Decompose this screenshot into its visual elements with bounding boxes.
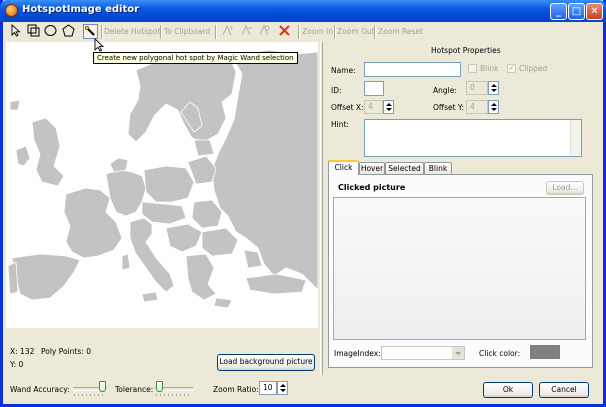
click-color-swatch[interactable] <box>530 345 560 359</box>
window-title: HotspotImage editor <box>22 4 140 15</box>
clipped-label: Clipped <box>519 64 548 73</box>
tab-blink[interactable]: Blink <box>424 162 452 174</box>
clicked-picture-heading: Clicked picture <box>338 183 406 192</box>
zoom-ratio-spinner[interactable] <box>277 381 288 395</box>
click-color-label: Click color: <box>479 349 521 358</box>
hint-label: Hint: <box>331 120 349 129</box>
angle-spinner[interactable] <box>488 81 499 95</box>
toolbar-separator <box>215 25 217 39</box>
delete-hotspot-button[interactable]: Delete Hotspot <box>104 27 160 36</box>
magic-wand-tooltip: Create new polygonal hot spot by Magic W… <box>93 52 298 64</box>
toolbar: Delete Hotspot To Clipboard + Zoom In Zo… <box>3 22 603 42</box>
image-index-label: ImageIndex: <box>334 349 381 358</box>
rectangle-tool-icon[interactable] <box>26 24 41 39</box>
magic-wand-icon[interactable] <box>83 24 98 39</box>
maximize-button[interactable]: □ <box>568 3 585 20</box>
status-poly-points: Poly Points: 0 <box>41 347 91 356</box>
hint-textarea[interactable] <box>364 119 582 157</box>
name-field[interactable] <box>364 62 461 77</box>
toolbar-separator <box>160 25 162 39</box>
offset-y-field[interactable]: 4 <box>466 100 488 114</box>
tab-hover[interactable]: Hover <box>359 162 385 174</box>
toolbar-separator <box>374 25 376 39</box>
angle-field[interactable]: 0 <box>466 81 488 95</box>
zoom-reset-button[interactable]: Zoom Reset <box>378 27 423 36</box>
hint-scrollbar[interactable] <box>570 120 581 156</box>
delete-red-x-icon[interactable] <box>277 24 292 39</box>
ellipse-tool-icon[interactable] <box>43 24 58 39</box>
offset-x-label: Offset X: <box>331 103 364 112</box>
blink-label: Blink <box>480 64 499 73</box>
minimize-button[interactable]: _ <box>550 3 567 20</box>
zoom-ratio-field[interactable]: 10 <box>259 381 277 395</box>
tab-selected[interactable]: Selected <box>385 162 424 174</box>
toolbar-separator <box>298 25 300 39</box>
offset-y-spinner[interactable] <box>488 100 499 114</box>
cancel-button[interactable]: Cancel <box>539 382 589 398</box>
edit-point-icon[interactable] <box>257 24 272 39</box>
slider-ticks <box>74 394 106 396</box>
slider-thumb[interactable] <box>99 381 106 392</box>
blink-checkbox[interactable] <box>468 64 477 73</box>
europe-map-image <box>7 49 318 309</box>
wand-accuracy-label: Wand Accuracy: <box>10 385 70 394</box>
toolbar-separator <box>334 25 336 39</box>
status-y: Y: 0 <box>10 360 24 369</box>
tolerance-label: Tolerance: <box>115 385 154 394</box>
add-point-icon[interactable]: + <box>220 24 235 39</box>
image-index-dropdown[interactable] <box>381 346 465 360</box>
load-picture-button[interactable]: Load... <box>546 181 584 195</box>
load-background-button[interactable]: Load background picture <box>217 354 315 371</box>
panel-splitter[interactable] <box>320 42 323 375</box>
zoom-out-button[interactable]: Zoom Out <box>337 27 375 36</box>
zoom-ratio-label: Zoom Ratio: <box>213 385 259 394</box>
slider-thumb[interactable] <box>156 381 163 392</box>
ok-button[interactable]: Ok <box>483 382 533 398</box>
zoom-in-button[interactable]: Zoom In <box>302 27 333 36</box>
toolbar-separator <box>101 25 103 39</box>
title-bar[interactable]: HotspotImage editor _ □ ✕ <box>0 0 606 22</box>
to-clipboard-button[interactable]: To Clipboard <box>164 27 210 36</box>
offset-x-field[interactable]: 4 <box>364 100 383 114</box>
arrow-pointer-icon[interactable] <box>8 23 23 39</box>
wand-accuracy-slider[interactable] <box>73 381 107 396</box>
offset-y-label: Offset Y: <box>433 103 465 112</box>
clipped-checkbox[interactable]: ✓ <box>507 64 516 73</box>
map-canvas[interactable] <box>6 42 318 328</box>
remove-point-icon[interactable] <box>239 24 254 39</box>
angle-label: Angle: <box>433 86 457 95</box>
id-label: ID: <box>331 86 342 95</box>
status-x: X: 132 <box>10 347 35 356</box>
mouse-cursor-icon <box>94 38 104 52</box>
offset-x-spinner[interactable] <box>383 100 394 114</box>
editor-window: HotspotImage editor _ □ ✕ Delete Hotspot… <box>0 0 606 407</box>
app-icon <box>5 4 18 17</box>
slider-ticks <box>156 394 192 396</box>
hotspot-properties-heading: Hotspot Properties <box>431 46 501 55</box>
polygon-tool-icon[interactable] <box>61 24 76 39</box>
clicked-picture-preview <box>333 197 586 340</box>
tab-click[interactable]: Click <box>328 160 359 175</box>
svg-text:+: + <box>229 25 234 32</box>
tolerance-slider[interactable] <box>155 381 193 396</box>
chevron-down-icon <box>452 347 464 359</box>
close-button[interactable]: ✕ <box>586 3 603 20</box>
id-field[interactable] <box>364 81 384 96</box>
name-label: Name: <box>331 66 356 75</box>
